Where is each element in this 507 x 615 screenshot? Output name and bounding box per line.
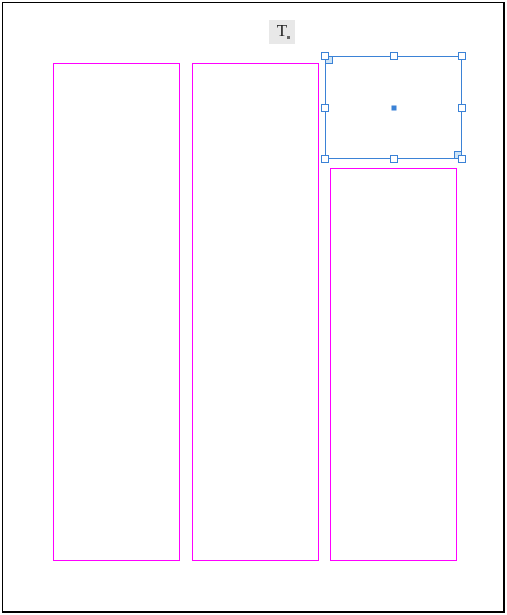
selection-bounding-box[interactable] <box>319 50 468 165</box>
text-frame-column-2[interactable] <box>192 63 319 561</box>
cursor-dot-icon <box>287 36 290 39</box>
type-tool-cursor: T <box>269 20 295 44</box>
selection-handle-top-right[interactable] <box>458 52 466 60</box>
selection-handle-top-left[interactable] <box>321 52 329 60</box>
selection-center-point[interactable] <box>391 105 396 110</box>
selection-handle-bottom-left[interactable] <box>321 155 329 163</box>
text-frame-column-1[interactable] <box>53 63 180 561</box>
selection-handle-middle-left[interactable] <box>321 104 329 112</box>
selection-handle-bottom-right[interactable] <box>458 155 466 163</box>
selection-handle-middle-right[interactable] <box>458 104 466 112</box>
selection-handle-bottom-middle[interactable] <box>390 155 398 163</box>
text-frame-column-3[interactable] <box>330 168 457 561</box>
type-tool-glyph: T <box>277 21 287 41</box>
selection-handle-top-middle[interactable] <box>390 52 398 60</box>
document-canvas[interactable]: T <box>0 0 507 615</box>
